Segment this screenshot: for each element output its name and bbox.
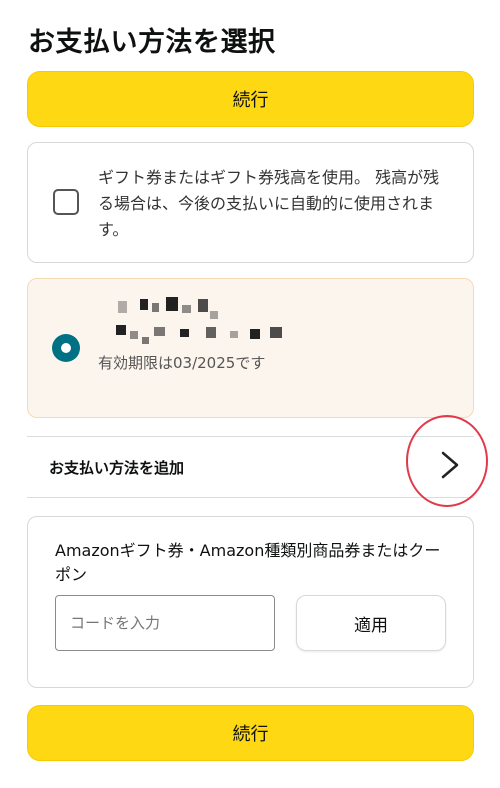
annotation-circle: [406, 415, 488, 507]
gift-card-checkbox[interactable]: [53, 189, 79, 215]
coupon-section: Amazonギフト券・Amazon種類別商品券またはクーポン 適用: [27, 516, 474, 688]
payment-card-option[interactable]: 有効期限は03/2025です: [27, 278, 474, 418]
add-payment-label: お支払い方法を追加: [49, 459, 185, 477]
gift-card-option[interactable]: ギフト券またはギフト券残高を使用。 残高が残る場合は、今後の支払いに自動的に使用…: [27, 142, 474, 263]
card-radio-selected[interactable]: [52, 334, 80, 362]
continue-button-bottom[interactable]: 続行: [27, 705, 474, 761]
gift-card-text: ギフト券またはギフト券残高を使用。 残高が残る場合は、今後の支払いに自動的に使用…: [98, 168, 440, 239]
page-title: お支払い方法を選択: [28, 27, 276, 58]
redacted-card-name: [110, 297, 290, 353]
continue-button-top[interactable]: 続行: [27, 71, 474, 127]
divider-bottom: [27, 497, 474, 498]
card-expiry: 有効期限は03/2025です: [98, 354, 266, 372]
coupon-label: Amazonギフト券・Amazon種類別商品券またはクーポン: [55, 541, 441, 584]
apply-button[interactable]: 適用: [296, 595, 446, 651]
coupon-code-input[interactable]: [55, 595, 275, 651]
